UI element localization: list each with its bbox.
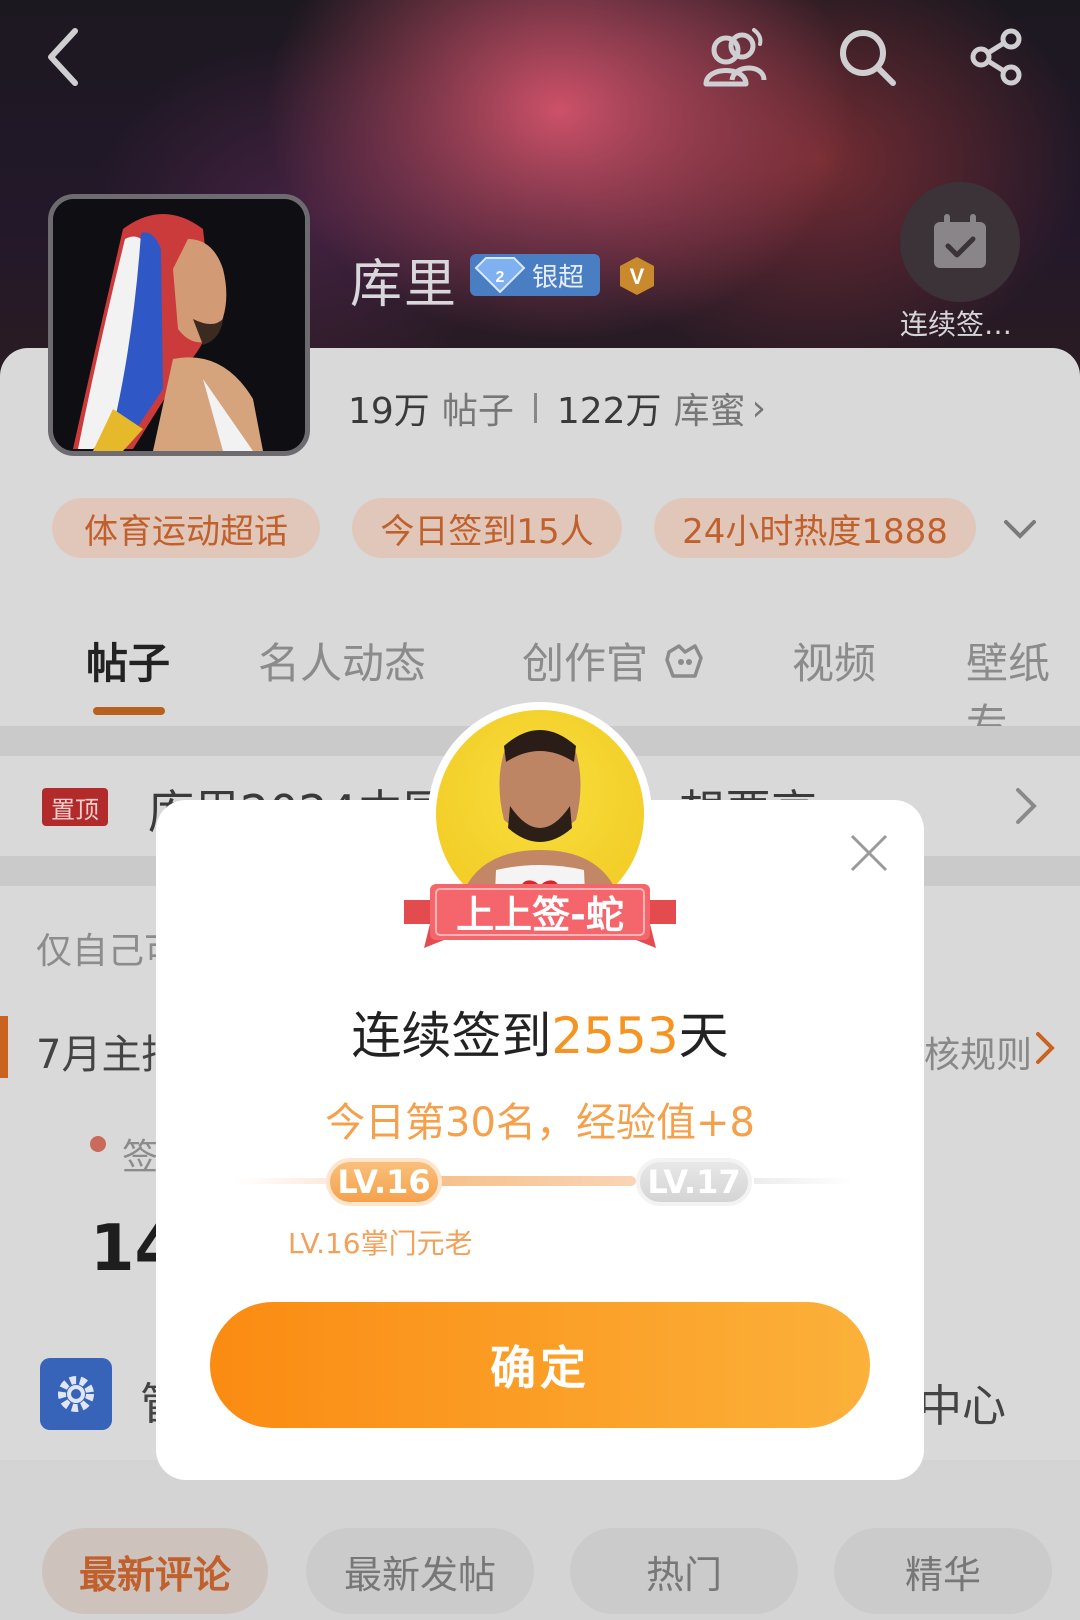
modal-title: 连续签到2553天 xyxy=(156,996,924,1068)
checkin-days: 2553 xyxy=(551,1007,679,1065)
title-suffix: 天 xyxy=(678,1007,729,1065)
level-title: LV.16掌门元老 xyxy=(288,1227,473,1260)
confirm-button[interactable]: 确定 xyxy=(210,1302,870,1428)
title-prefix: 连续签到 xyxy=(351,1007,552,1065)
next-level-pill: LV.17 xyxy=(636,1158,752,1206)
modal-close-button[interactable] xyxy=(846,830,892,876)
modal-subtitle: 今日第30名，经验值+8 xyxy=(325,1100,755,1146)
close-icon xyxy=(850,834,888,872)
level-track-right xyxy=(754,1178,854,1184)
fortune-text: 上上签-蛇 xyxy=(456,893,624,937)
current-level-pill: LV.16 xyxy=(326,1158,442,1206)
level-progress-bar xyxy=(436,1176,636,1186)
